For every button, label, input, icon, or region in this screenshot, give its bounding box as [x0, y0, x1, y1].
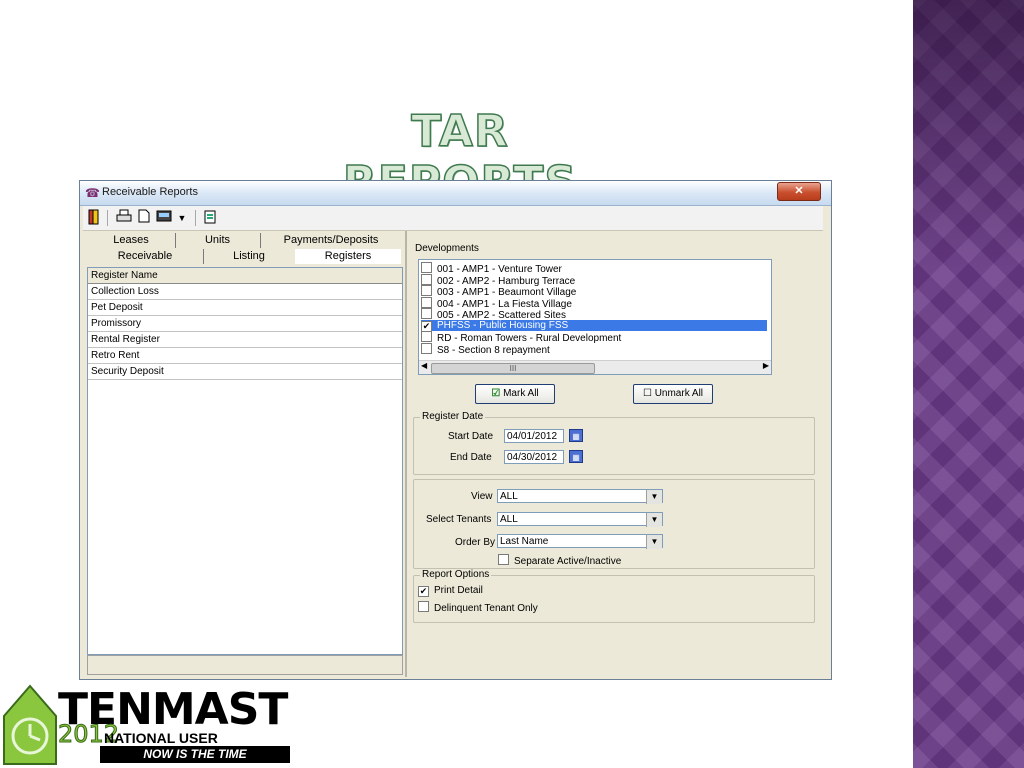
checkbox-box — [498, 554, 509, 565]
chevron-down-icon[interactable]: ▼ — [646, 490, 662, 504]
checkbox-box[interactable]: ✔ — [421, 320, 432, 332]
tenmast-logo: TENMAST 2012 NATIONAL USER CONFERENCE NO… — [0, 680, 300, 768]
order-by-select[interactable]: Last Name ▼ — [497, 534, 663, 549]
app-icon: ☎ — [85, 186, 100, 200]
development-item[interactable]: S8 - Section 8 repayment — [421, 342, 767, 356]
developments-group: Developments 001 - AMP1 - Venture Tower 0… — [411, 234, 813, 408]
chevron-down-icon[interactable]: ▼ — [646, 513, 662, 527]
left-status-bar — [87, 655, 403, 675]
checkbox-box[interactable] — [421, 342, 432, 354]
development-item[interactable]: 001 - AMP1 - Venture Tower — [421, 262, 767, 275]
checkbox-box — [418, 601, 429, 612]
delinquent-tenant-checkbox[interactable]: Delinquent Tenant Only — [418, 601, 538, 614]
window-titlebar[interactable]: ☎ Receivable Reports ✕ — [80, 181, 831, 206]
checkbox-box: ✔ — [418, 586, 429, 597]
list-item[interactable]: Security Deposit — [88, 364, 402, 380]
exit-icon[interactable] — [85, 209, 103, 227]
checkmark-icon: ☑ — [491, 388, 501, 399]
start-date-field[interactable]: 04/01/2012 — [504, 429, 564, 443]
developments-label: Developments — [415, 243, 479, 254]
tab-units[interactable]: Units — [175, 233, 261, 248]
view-select[interactable]: ALL ▼ — [497, 489, 663, 504]
select-tenants-select[interactable]: ALL ▼ — [497, 512, 663, 527]
checkbox-box[interactable] — [421, 331, 432, 342]
select-tenants-value: ALL — [500, 514, 518, 525]
chevron-down-icon[interactable]: ▼ — [646, 535, 662, 549]
order-by-value: Last Name — [500, 536, 549, 547]
print-detail-checkbox[interactable]: ✔ Print Detail — [418, 585, 483, 597]
tab-payments-deposits[interactable]: Payments/Deposits — [260, 233, 402, 248]
view-value: ALL — [500, 491, 518, 502]
register-date-legend: Register Date — [420, 411, 486, 422]
list-item[interactable]: Rental Register — [88, 332, 402, 348]
mark-all-button[interactable]: ☑ Mark All — [475, 384, 555, 404]
toolbar: ▼ — [83, 206, 823, 231]
close-button[interactable]: ✕ — [777, 182, 821, 201]
development-item[interactable]: 002 - AMP2 - Hamburg Terrace — [421, 273, 767, 287]
order-by-label: Order By — [455, 537, 496, 548]
window-title: Receivable Reports — [102, 186, 198, 198]
list-item[interactable]: Promissory — [88, 316, 402, 332]
development-item[interactable]: 005 - AMP2 - Scattered Sites — [421, 308, 767, 321]
right-pane: Developments 001 - AMP1 - Venture Tower 0… — [409, 231, 817, 677]
developments-list: 001 - AMP1 - Venture Tower 002 - AMP2 - H… — [418, 259, 772, 375]
options-icon[interactable] — [201, 209, 219, 227]
developments-hscroll[interactable]: ◀ III ▶ — [419, 360, 771, 374]
dropdown-arrow-icon[interactable]: ▼ — [173, 209, 191, 227]
checkbox-box[interactable] — [421, 285, 432, 296]
development-label: PHFSS - Public Housing FSS — [437, 319, 569, 331]
scroll-right-arrow-icon[interactable]: ▶ — [763, 361, 769, 370]
unmark-all-label: Unmark All — [654, 388, 704, 399]
export-icon[interactable] — [155, 209, 173, 227]
right-decorative-band — [913, 0, 1024, 768]
register-date-group: Register Date Start Date 04/01/2012 ▦ En… — [413, 411, 815, 475]
checkbox-box[interactable] — [421, 262, 432, 273]
checkbox-box[interactable] — [421, 308, 432, 319]
tab-registers[interactable]: Registers — [295, 249, 401, 264]
print-icon[interactable] — [115, 209, 133, 227]
register-list: Register Name Collection Loss Pet Deposi… — [87, 267, 403, 655]
scroll-left-arrow-icon[interactable]: ◀ — [421, 361, 427, 370]
calendar-icon[interactable]: ▦ — [569, 429, 583, 442]
print-detail-label: Print Detail — [434, 585, 483, 596]
select-tenants-label: Select Tenants — [426, 514, 492, 525]
report-options-group: Report Options ✔ Print Detail Delinquent … — [413, 569, 815, 623]
logo-tagline: NOW IS THE TIME — [100, 746, 290, 763]
calendar-icon[interactable]: ▦ — [569, 450, 583, 463]
development-item[interactable]: 004 - AMP1 - La Fiesta Village — [421, 296, 767, 310]
development-label: S8 - Section 8 repayment — [437, 344, 550, 356]
development-item[interactable]: ✔ PHFSS - Public Housing FSS — [421, 319, 767, 332]
separate-active-label: Separate Active/Inactive — [514, 556, 622, 567]
list-item[interactable]: Retro Rent — [88, 348, 402, 364]
list-item[interactable]: Pet Deposit — [88, 300, 402, 316]
separate-active-checkbox[interactable]: Separate Active/Inactive — [498, 554, 621, 567]
window-client: Leases Units Payments/Deposits Receivabl… — [83, 231, 821, 677]
checkbox-box[interactable] — [421, 273, 432, 285]
register-list-header[interactable]: Register Name — [88, 268, 402, 284]
mark-all-label: Mark All — [503, 388, 539, 399]
end-date-label: End Date — [450, 452, 492, 463]
left-pane: Leases Units Payments/Deposits Receivabl… — [83, 231, 407, 677]
delinquent-tenant-label: Delinquent Tenant Only — [434, 603, 538, 614]
empty-box-icon: ☐ — [642, 388, 652, 399]
view-label: View — [471, 491, 493, 502]
logo-house-icon — [3, 684, 57, 765]
tab-receivable[interactable]: Receivable — [87, 249, 204, 264]
tab-listing[interactable]: Listing — [203, 249, 295, 264]
development-item[interactable]: 003 - AMP1 - Beaumont Village — [421, 285, 767, 298]
scroll-thumb[interactable]: III — [431, 363, 595, 374]
tab-leases[interactable]: Leases — [87, 233, 176, 248]
report-options-legend: Report Options — [420, 569, 492, 580]
start-date-label: Start Date — [448, 431, 494, 442]
filters-group: View ALL ▼ Select Tenants ALL ▼ Order By… — [413, 479, 815, 569]
end-date-field[interactable]: 04/30/2012 — [504, 450, 564, 464]
unmark-all-button[interactable]: ☐ Unmark All — [633, 384, 713, 404]
checkbox-box[interactable] — [421, 296, 432, 308]
receivable-reports-window: ☎ Receivable Reports ✕ ▼ Leases Units Pa… — [79, 180, 832, 680]
development-item[interactable]: RD - Roman Towers - Rural Development — [421, 331, 767, 344]
list-item[interactable]: Collection Loss — [88, 284, 402, 300]
preview-icon[interactable] — [135, 209, 153, 227]
